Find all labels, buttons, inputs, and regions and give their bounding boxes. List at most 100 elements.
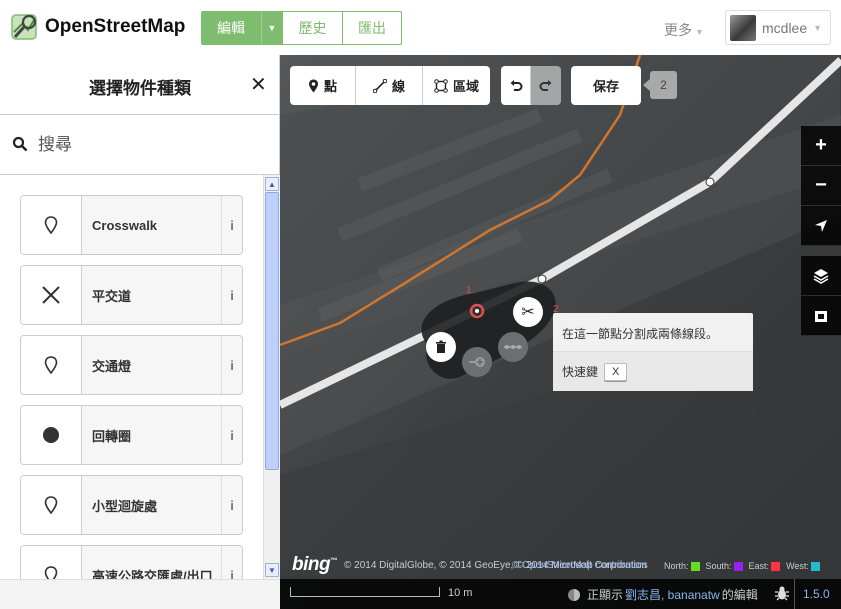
preset-label: 高速公路交匯處/出口 bbox=[92, 568, 213, 580]
edit-dropdown-button[interactable]: ▼ bbox=[261, 11, 283, 45]
map-data-button[interactable] bbox=[801, 296, 841, 336]
svg-text:1: 1 bbox=[466, 285, 472, 296]
app-title: OpenStreetMap bbox=[45, 16, 186, 37]
line-icon bbox=[372, 78, 387, 93]
preset-label: 回轉圈 bbox=[92, 428, 132, 444]
scrollbar-thumb[interactable] bbox=[265, 192, 279, 470]
split-tooltip: 在這一節點分割成兩條線段。 快速鍵 X bbox=[553, 313, 753, 391]
plus-icon: + bbox=[815, 134, 827, 156]
trash-icon bbox=[436, 340, 446, 353]
redo-icon bbox=[539, 79, 552, 91]
chevron-down-icon: ▼ bbox=[695, 27, 704, 37]
shortcut-label: 快速鍵 bbox=[562, 365, 599, 379]
sidebar-footer bbox=[0, 579, 280, 609]
disconnect-button[interactable] bbox=[462, 347, 492, 377]
avatar bbox=[730, 14, 756, 41]
contributors-info: 正顯示 劉志昌, bananatw 的編輯 bbox=[567, 586, 758, 603]
bug-report-icon[interactable] bbox=[774, 585, 790, 601]
list-item[interactable]: 平交道 i bbox=[20, 265, 243, 325]
straighten-button[interactable] bbox=[498, 332, 528, 362]
scale-bar[interactable] bbox=[290, 587, 440, 597]
background-layers-button[interactable] bbox=[801, 256, 841, 296]
contributors-icon bbox=[568, 588, 580, 601]
legend-north-swatch bbox=[690, 561, 700, 571]
redo-button[interactable] bbox=[531, 66, 561, 105]
list-item[interactable]: 小型迴旋處 i bbox=[20, 475, 243, 535]
bing-logo[interactable]: bing™ bbox=[292, 554, 337, 576]
search-input[interactable] bbox=[38, 132, 268, 158]
legend-west-label: West: bbox=[786, 561, 809, 571]
pin-icon bbox=[21, 546, 82, 579]
point-icon bbox=[308, 79, 318, 92]
point-label: 點 bbox=[323, 79, 337, 94]
map-canvas[interactable]: 1 2 ✂ 在這一節點分割成兩條線段。 快速鍵 X 點 線 區域 保存 2 + … bbox=[280, 55, 841, 609]
dot-icon bbox=[21, 406, 82, 464]
more-menu[interactable]: 更多 ▼ bbox=[664, 20, 704, 40]
history-mode-button[interactable]: 歷史 bbox=[283, 11, 343, 45]
info-icon[interactable]: i bbox=[221, 476, 242, 534]
undo-redo-group bbox=[501, 66, 561, 105]
legend-north-label: North: bbox=[664, 561, 689, 571]
chevron-down-icon: ▼ bbox=[267, 23, 277, 33]
undo-button[interactable] bbox=[501, 66, 531, 105]
list-item[interactable]: 回轉圈 i bbox=[20, 405, 243, 465]
legend-east-swatch bbox=[771, 561, 781, 571]
info-icon[interactable]: i bbox=[221, 546, 242, 579]
sidebar-title: 選擇物件種類 bbox=[89, 79, 191, 98]
scale-label: 10 m bbox=[448, 587, 473, 599]
save-count-badge: 2 bbox=[643, 71, 677, 99]
sidebar: 選擇物件種類 ✕ Crosswalk i 平交道 i 交通燈 bbox=[0, 55, 280, 609]
preset-search bbox=[0, 115, 279, 175]
preset-label: 平交道 bbox=[92, 288, 132, 304]
add-area-button[interactable]: 區域 bbox=[423, 66, 490, 105]
contributor-links[interactable]: 劉志昌, bananatw bbox=[625, 586, 720, 603]
version-link[interactable]: 1.5.0 bbox=[803, 587, 830, 601]
zoom-in-button[interactable]: + bbox=[801, 126, 841, 166]
delete-button[interactable] bbox=[426, 332, 456, 362]
chevron-down-icon: ▼ bbox=[813, 23, 822, 33]
map-data-icon bbox=[815, 310, 827, 322]
cross-icon bbox=[21, 266, 82, 324]
info-icon[interactable]: i bbox=[221, 266, 242, 324]
sidebar-header: 選擇物件種類 ✕ bbox=[0, 55, 279, 115]
add-point-button[interactable]: 點 bbox=[290, 66, 356, 105]
viewing-prefix: 正顯示 bbox=[587, 588, 624, 602]
list-item[interactable]: 高速公路交匯處/出口 i bbox=[20, 545, 243, 579]
user-menu[interactable]: mcdlee ▼ bbox=[725, 10, 831, 45]
straighten-icon bbox=[504, 345, 522, 349]
disconnect-icon bbox=[469, 357, 485, 367]
direction-legend: North: South: East: West: bbox=[664, 561, 826, 571]
osm-logo[interactable]: OpenStreetMap bbox=[10, 12, 185, 42]
edit-mode-button[interactable]: 編輯 bbox=[201, 11, 261, 45]
add-line-button[interactable]: 線 bbox=[356, 66, 423, 105]
split-button[interactable]: ✂ bbox=[513, 297, 543, 327]
more-label: 更多 bbox=[664, 22, 692, 38]
draw-toolbar: 點 線 區域 bbox=[290, 66, 490, 105]
legend-south-swatch bbox=[733, 561, 743, 571]
map-controls: + − bbox=[801, 126, 841, 336]
preset-scrollbar[interactable]: ▲ ▼ bbox=[263, 175, 280, 579]
osm-contributors-link[interactable]: © OpenStreetMap contributors bbox=[512, 560, 648, 571]
line-label: 線 bbox=[391, 79, 405, 94]
save-button[interactable]: 保存 bbox=[571, 66, 641, 105]
pin-icon bbox=[21, 336, 82, 394]
list-item[interactable]: Crosswalk i bbox=[20, 195, 243, 255]
tooltip-message: 在這一節點分割成兩條線段。 bbox=[562, 327, 719, 341]
add-feature-group: 點 線 區域 bbox=[290, 66, 490, 105]
close-icon[interactable]: ✕ bbox=[250, 72, 267, 97]
export-mode-button[interactable]: 匯出 bbox=[343, 11, 402, 45]
mode-switcher: 編輯 ▼ 歷史 匯出 bbox=[201, 11, 402, 45]
geolocate-button[interactable] bbox=[801, 206, 841, 246]
shortcut-key: X bbox=[604, 362, 628, 381]
zoom-out-button[interactable]: − bbox=[801, 166, 841, 206]
save-group: 保存 bbox=[571, 66, 641, 105]
pin-icon bbox=[21, 476, 82, 534]
location-arrow-icon bbox=[815, 219, 827, 232]
info-icon[interactable]: i bbox=[221, 196, 242, 254]
info-icon[interactable]: i bbox=[221, 406, 242, 464]
scroll-up-icon[interactable]: ▲ bbox=[265, 177, 279, 191]
list-item[interactable]: 交通燈 i bbox=[20, 335, 243, 395]
info-icon[interactable]: i bbox=[221, 336, 242, 394]
scroll-down-icon[interactable]: ▼ bbox=[265, 563, 279, 577]
legend-south-label: South: bbox=[705, 561, 732, 571]
